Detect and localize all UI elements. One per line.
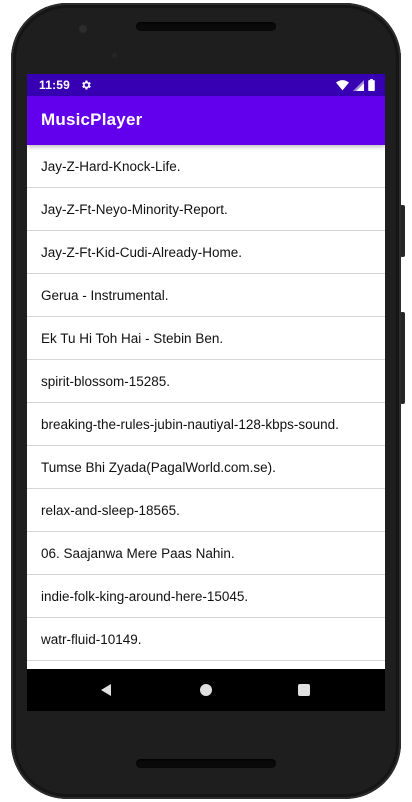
- navigation-bar: [27, 669, 385, 711]
- back-icon[interactable]: [99, 683, 113, 697]
- top-speaker: [136, 22, 276, 31]
- front-camera: [79, 25, 87, 33]
- list-item[interactable]: Tumse Bhi Zyada(PagalWorld.com.se).: [27, 446, 385, 489]
- wifi-icon: [336, 79, 349, 90]
- status-bar: 11:59: [27, 74, 385, 96]
- status-icons: [336, 79, 375, 91]
- recents-icon[interactable]: [298, 684, 310, 696]
- status-time: 11:59: [39, 78, 71, 92]
- screen: 11:59 MusicPlayer Jay-Z-Hard-Knock-Life.…: [27, 74, 385, 711]
- signal-icon: [353, 79, 364, 91]
- list-item[interactable]: 06. Saajanwa Mere Paas Nahin.: [27, 532, 385, 575]
- battery-icon: [368, 79, 375, 91]
- proximity-sensor: [112, 53, 117, 58]
- list-item[interactable]: breaking-the-rules-jubin-nautiyal-128-kb…: [27, 403, 385, 446]
- device-frame: 11:59 MusicPlayer Jay-Z-Hard-Knock-Life.…: [0, 0, 412, 802]
- list-item[interactable]: Jay-Z-Ft-Kid-Cudi-Already-Home.: [27, 231, 385, 274]
- app-bar: MusicPlayer: [27, 96, 385, 145]
- gear-icon: [82, 80, 91, 90]
- list-item[interactable]: relax-and-sleep-18565.: [27, 489, 385, 532]
- list-item[interactable]: spirit-blossom-15285.: [27, 360, 385, 403]
- list-item[interactable]: [27, 661, 385, 669]
- list-item[interactable]: Jay-Z-Hard-Knock-Life.: [27, 145, 385, 188]
- list-item[interactable]: watr-fluid-10149.: [27, 618, 385, 661]
- app-title: MusicPlayer: [41, 110, 143, 129]
- song-list[interactable]: Jay-Z-Hard-Knock-Life. Jay-Z-Ft-Neyo-Min…: [27, 145, 385, 669]
- home-icon[interactable]: [200, 684, 212, 696]
- list-item[interactable]: Gerua - Instrumental.: [27, 274, 385, 317]
- list-item[interactable]: Ek Tu Hi Toh Hai - Stebin Ben.: [27, 317, 385, 360]
- list-item[interactable]: indie-folk-king-around-here-15045.: [27, 575, 385, 618]
- bottom-speaker: [136, 759, 276, 768]
- list-item[interactable]: Jay-Z-Ft-Neyo-Minority-Report.: [27, 188, 385, 231]
